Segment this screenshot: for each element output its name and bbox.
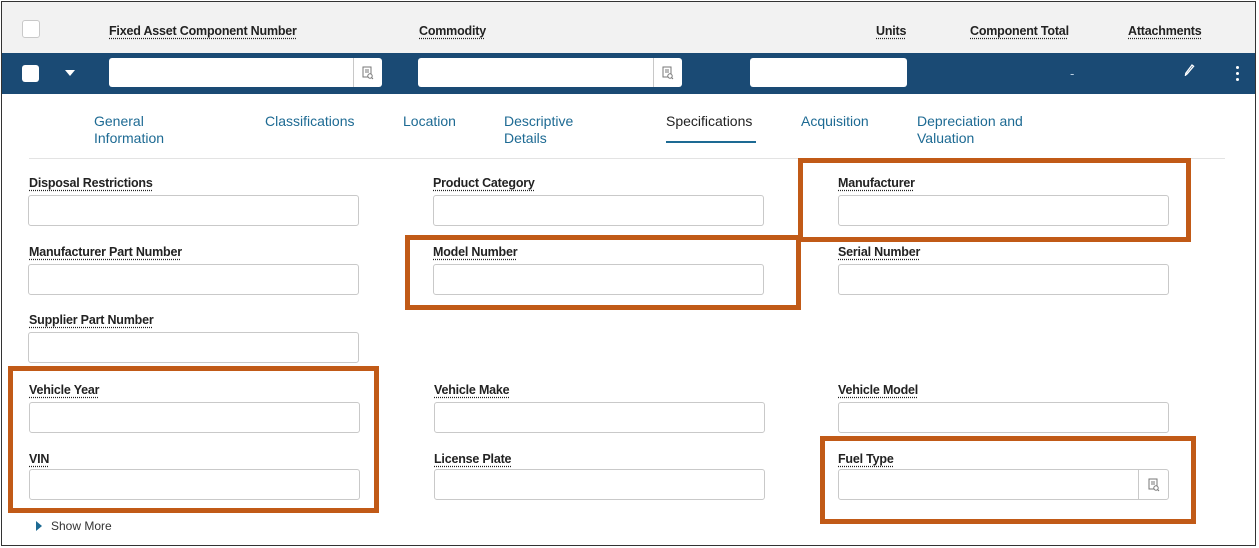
highlight-box-vehicle-year-vin	[8, 366, 379, 513]
product-category-field[interactable]	[433, 195, 764, 226]
vehicle-make-field[interactable]	[434, 402, 765, 433]
tab-label-line1: General	[94, 113, 144, 129]
product-category-label: Product Category	[433, 176, 535, 190]
license-plate-label: License Plate	[434, 452, 512, 466]
col-units[interactable]: Units	[876, 24, 906, 38]
highlight-box-manufacturer	[798, 158, 1191, 242]
vehicle-make-label: Vehicle Make	[434, 383, 510, 397]
component-row: -	[2, 53, 1255, 94]
serial-number-field[interactable]	[838, 264, 1169, 295]
supplier-part-number-label: Supplier Part Number	[29, 313, 154, 327]
manufacturer-part-number-field[interactable]	[28, 264, 359, 295]
supplier-part-number-field[interactable]	[28, 332, 359, 363]
serial-number-label: Serial Number	[838, 245, 921, 259]
manufacturer-part-number-label: Manufacturer Part Number	[29, 245, 182, 259]
highlight-box-model-number	[405, 235, 801, 310]
show-more-label: Show More	[51, 519, 112, 533]
col-attachments[interactable]: Attachments	[1128, 24, 1202, 38]
tab-label-line2: Valuation	[917, 130, 975, 146]
select-all-checkbox[interactable]	[22, 20, 40, 38]
show-more-link[interactable]: Show More	[36, 519, 112, 533]
caret-right-icon	[36, 521, 42, 531]
vehicle-model-label: Vehicle Model	[838, 383, 919, 397]
more-vertical-icon[interactable]	[1236, 66, 1240, 84]
tab-label-line1: Depreciation and	[917, 113, 1023, 129]
tab-label-line2: Information	[94, 130, 165, 146]
caret-down-icon[interactable]	[65, 70, 75, 76]
component-total-value: -	[1070, 66, 1075, 81]
component-number-input[interactable]	[109, 58, 382, 87]
pencil-icon[interactable]	[1184, 63, 1195, 81]
tab-specifications[interactable]: Specifications	[666, 113, 752, 130]
col-component-total[interactable]: Component Total	[970, 24, 1069, 38]
fixed-asset-component-panel: Fixed Asset Component Number Commodity U…	[1, 1, 1256, 546]
tab-general-information[interactable]: General Information	[94, 113, 164, 147]
commodity-input[interactable]	[418, 58, 682, 87]
units-input[interactable]	[750, 58, 907, 87]
tab-label-line2: Details	[504, 130, 547, 146]
disposal-restrictions-label: Disposal Restrictions	[29, 176, 153, 190]
license-plate-field[interactable]	[434, 469, 765, 500]
highlight-box-fuel-type	[820, 436, 1196, 524]
tab-label-line1: Descriptive	[504, 113, 574, 129]
tab-classifications[interactable]: Classifications	[265, 113, 354, 130]
tab-descriptive-details[interactable]: Descriptive Details	[504, 113, 573, 147]
col-commodity[interactable]: Commodity	[419, 24, 486, 38]
tab-location[interactable]: Location	[403, 113, 456, 130]
table-header: Fixed Asset Component Number Commodity U…	[2, 2, 1255, 53]
vehicle-model-field[interactable]	[838, 402, 1169, 433]
row-checkbox[interactable]	[22, 65, 39, 82]
tab-depreciation-and-valuation[interactable]: Depreciation and Valuation	[917, 113, 1023, 147]
lookup-icon[interactable]	[353, 58, 382, 87]
active-tab-indicator	[666, 141, 756, 143]
disposal-restrictions-field[interactable]	[28, 195, 359, 226]
col-component-number[interactable]: Fixed Asset Component Number	[109, 24, 297, 38]
lookup-icon[interactable]	[653, 58, 682, 87]
tab-acquisition[interactable]: Acquisition	[801, 113, 869, 130]
